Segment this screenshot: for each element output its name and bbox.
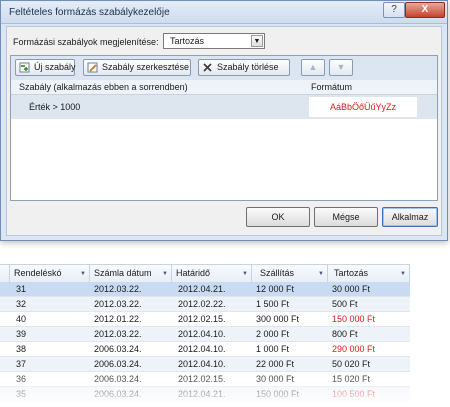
table-cell[interactable]: 40 <box>16 314 26 324</box>
chevron-down-icon[interactable]: ▼ <box>318 271 324 277</box>
edit-rule-label: Szabály szerkesztése <box>102 62 190 72</box>
table-cell[interactable]: 2012.04.10. <box>178 344 226 354</box>
table-cell[interactable]: 2012.03.22. <box>94 329 142 339</box>
rule-column-header: Szabály (alkalmazás ebben a sorrendben) <box>19 82 188 92</box>
chevron-down-icon[interactable]: ▼ <box>242 271 248 277</box>
show-rules-value: Tartozás <box>170 36 205 46</box>
table-cell[interactable]: 1 500 Ft <box>256 299 289 309</box>
dialog-client-area: Formázási szabályok megjelenítése: Tarto… <box>6 26 442 236</box>
column-header-label: Tartozás <box>334 268 369 278</box>
cancel-button[interactable]: Mégse <box>314 207 378 227</box>
table-cell[interactable]: 31 <box>16 284 26 294</box>
delete-rule-label: Szabály törlése <box>217 62 279 72</box>
chevron-down-icon[interactable]: ▼ <box>80 271 86 277</box>
apply-button[interactable]: Alkalmaz <box>382 207 438 227</box>
move-down-button[interactable]: ▼ <box>329 59 353 76</box>
close-button[interactable]: X <box>405 2 445 18</box>
table-cell[interactable]: 1 000 Ft <box>256 344 289 354</box>
table-cell[interactable]: 2012.03.22. <box>94 299 142 309</box>
rules-list-header: Szabály (alkalmazás ebben a sorrendben) … <box>11 80 437 95</box>
table-cell[interactable]: 2012.04.10. <box>178 359 226 369</box>
delete-icon <box>203 63 212 72</box>
dialog-titlebar[interactable]: Feltételes formázás szabálykezelője ? X <box>1 1 447 24</box>
table-row[interactable]: 40 2012.01.22. 2012.02.15. 300 000 Ft 150 00… <box>0 312 410 327</box>
table-cell[interactable]: 2012.04.21. <box>178 284 226 294</box>
table-cell[interactable]: 290 000 Ft <box>332 344 375 354</box>
column-header[interactable]: Határidő ▼ <box>172 265 252 283</box>
table-cell[interactable]: 2012.02.15. <box>178 314 226 324</box>
table-cell[interactable]: 2 000 Ft <box>256 329 289 339</box>
chevron-down-icon[interactable]: ▼ <box>251 35 263 47</box>
chevron-down-icon[interactable]: ▼ <box>162 271 168 277</box>
column-header[interactable]: Számla dátum ▼ <box>90 265 172 283</box>
table-cell[interactable]: 30 000 Ft <box>332 284 370 294</box>
datasheet-table: Rendeléskó ▼ Számla dátum ▼ Határidő ▼ S… <box>0 264 450 407</box>
table-cell[interactable]: 50 020 Ft <box>332 359 370 369</box>
table-row[interactable]: 39 2012.03.22. 2012.04.10. 2 000 Ft 800 Ft <box>0 327 410 342</box>
fade-overlay <box>0 370 450 407</box>
table-cell[interactable]: 150 000 Ft <box>332 314 375 324</box>
column-header[interactable]: Rendeléskó ▼ <box>10 265 90 283</box>
table-cell[interactable]: 12 000 Ft <box>256 284 294 294</box>
table-cell[interactable]: 2012.03.22. <box>94 284 142 294</box>
row-selector-corner[interactable] <box>0 265 10 283</box>
table-cell[interactable]: 300 000 Ft <box>256 314 299 324</box>
chevron-down-icon[interactable]: ▼ <box>400 271 406 277</box>
conditional-formatting-dialog: Feltételes formázás szabálykezelője ? X … <box>0 0 448 241</box>
help-button[interactable]: ? <box>383 2 405 18</box>
table-cell[interactable]: 500 Ft <box>332 299 358 309</box>
table-cell[interactable]: 2012.01.22. <box>94 314 142 324</box>
rules-panel: Új szabály Szabály szerkesztése Szabály … <box>10 55 438 201</box>
table-cell[interactable]: 22 000 Ft <box>256 359 294 369</box>
rule-list-item[interactable]: Érték > 1000 AáBbÖőÜűYyZz <box>11 95 437 119</box>
table-row[interactable]: 32 2012.03.22. 2012.02.22. 1 500 Ft 500 Ft <box>0 297 410 312</box>
format-preview: AáBbÖőÜűYyZz <box>309 97 417 117</box>
column-header-label: Szállítás <box>260 268 295 278</box>
dialog-title: Feltételes formázás szabálykezelője <box>9 7 170 18</box>
move-up-button[interactable]: ▲ <box>301 59 325 76</box>
column-header-label: Rendeléskó <box>14 268 62 278</box>
table-cell[interactable]: 2012.04.10. <box>178 329 226 339</box>
column-header[interactable]: Szállítás ▼ <box>252 265 328 283</box>
table-row[interactable]: 38 2006.03.24. 2012.04.10. 1 000 Ft 290 000 … <box>0 342 410 357</box>
table-cell[interactable]: 32 <box>16 299 26 309</box>
dialog-footer: OK Mégse Alkalmaz <box>7 207 441 231</box>
table-cell[interactable]: 37 <box>16 359 26 369</box>
table-cell[interactable]: 2012.02.22. <box>178 299 226 309</box>
table-cell[interactable]: 2006.03.24. <box>94 344 142 354</box>
column-header-label: Számla dátum <box>94 268 152 278</box>
column-header-label: Határidő <box>176 268 211 278</box>
table-cell[interactable]: 38 <box>16 344 26 354</box>
table-cell[interactable]: 39 <box>16 329 26 339</box>
rule-condition: Érték > 1000 <box>29 102 81 112</box>
delete-rule-button[interactable]: Szabály törlése <box>198 59 290 76</box>
edit-rule-button[interactable]: Szabály szerkesztése <box>83 59 191 76</box>
new-rule-label: Új szabály <box>34 62 76 72</box>
ok-button[interactable]: OK <box>246 207 310 227</box>
column-header[interactable]: Tartozás ▼ <box>328 265 410 283</box>
datasheet-header: Rendeléskó ▼ Számla dátum ▼ Határidő ▼ S… <box>0 264 410 284</box>
table-cell[interactable]: 800 Ft <box>332 329 358 339</box>
table-cell[interactable]: 2006.03.24. <box>94 359 142 369</box>
show-rules-dropdown[interactable]: Tartozás ▼ <box>163 33 265 49</box>
format-column-header: Formátum <box>311 82 353 92</box>
rules-toolbar: Új szabály Szabály szerkesztése Szabály … <box>11 56 437 81</box>
new-rule-icon <box>19 62 30 73</box>
table-row[interactable]: 31 2012.03.22. 2012.04.21. 12 000 Ft 30 000 … <box>0 282 410 297</box>
edit-rule-icon <box>87 62 98 73</box>
show-rules-label: Formázási szabályok megjelenítése: <box>13 37 159 47</box>
new-rule-button[interactable]: Új szabály <box>15 59 76 76</box>
